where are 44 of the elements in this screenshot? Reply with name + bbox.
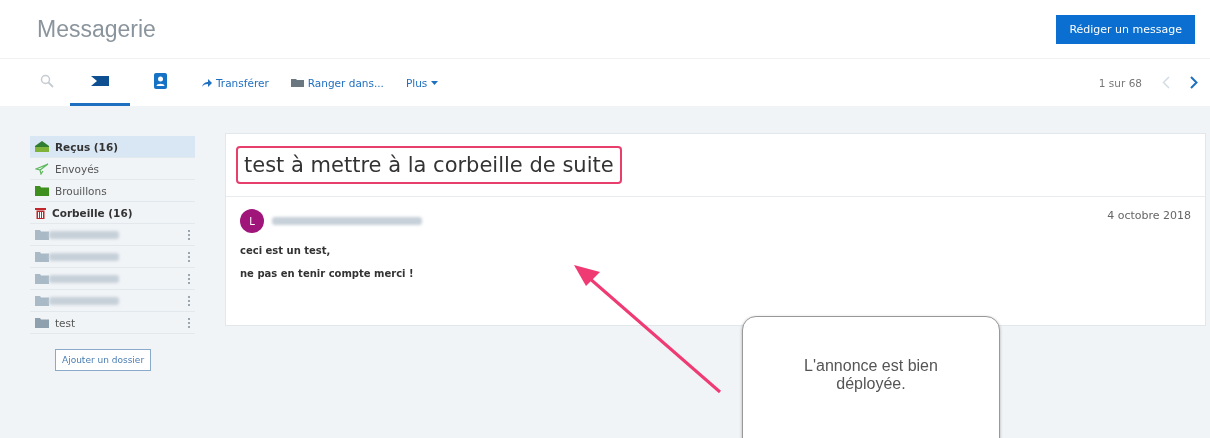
blurred-folder-name bbox=[49, 252, 119, 261]
previous-icon[interactable] bbox=[1162, 76, 1170, 89]
message-text: ceci est un test, bbox=[240, 245, 332, 256]
forward-button[interactable]: Transférer bbox=[202, 76, 269, 89]
blurred-folder-name bbox=[49, 274, 119, 283]
folder-item[interactable]: Brouillons bbox=[30, 180, 195, 202]
folder-icon bbox=[35, 185, 49, 196]
folder-name: test bbox=[55, 316, 76, 329]
folder-name: Brouillons bbox=[55, 184, 107, 197]
add-folder-button[interactable]: Ajouter un dossier bbox=[55, 349, 152, 371]
next-icon[interactable] bbox=[1190, 76, 1198, 89]
app-title: Messagerie bbox=[37, 15, 156, 43]
folder-icon bbox=[35, 295, 49, 306]
folder-icon bbox=[290, 78, 304, 87]
page-count: 1 sur 68 bbox=[1098, 76, 1142, 89]
forward-arrow-icon bbox=[202, 78, 212, 87]
inbox-icon bbox=[35, 141, 49, 152]
folder-name: Envoyés bbox=[55, 162, 100, 175]
search-icon bbox=[40, 74, 54, 88]
folder-item[interactable]: Corbeille (16) bbox=[30, 202, 195, 224]
compose-button[interactable]: Rédiger un message bbox=[1056, 14, 1195, 44]
folder-item[interactable]: test bbox=[30, 312, 195, 334]
folder-icon bbox=[35, 317, 49, 328]
folder-name: Reçus (16) bbox=[55, 140, 119, 153]
caret-icon bbox=[431, 80, 439, 85]
paper-plane-icon bbox=[35, 162, 49, 175]
folder-icon bbox=[35, 229, 49, 240]
address-book-icon bbox=[153, 73, 167, 89]
move-button[interactable]: Ranger dans... bbox=[290, 76, 384, 89]
message-subject: test à mettre à la corbeille de suite bbox=[236, 146, 622, 184]
folder-icon bbox=[35, 251, 49, 262]
folder-item[interactable]: Envoyés bbox=[30, 158, 195, 180]
envelope-icon bbox=[91, 76, 109, 86]
callout-text: L'annonce est bien déployée. bbox=[803, 357, 939, 394]
more-button[interactable]: Plus bbox=[405, 76, 439, 89]
trash-icon bbox=[35, 206, 46, 219]
blurred-folder-name bbox=[49, 296, 119, 305]
sender-avatar: L bbox=[240, 209, 264, 233]
folder-icon bbox=[35, 273, 49, 284]
blurred-folder-name bbox=[49, 230, 119, 239]
folder-name: Corbeille (16) bbox=[52, 206, 133, 219]
folder-item[interactable]: Reçus (16) bbox=[30, 136, 195, 158]
message-text: ne pas en tenir compte merci ! bbox=[240, 268, 415, 279]
message-date: 4 octobre 2018 bbox=[1107, 209, 1191, 222]
